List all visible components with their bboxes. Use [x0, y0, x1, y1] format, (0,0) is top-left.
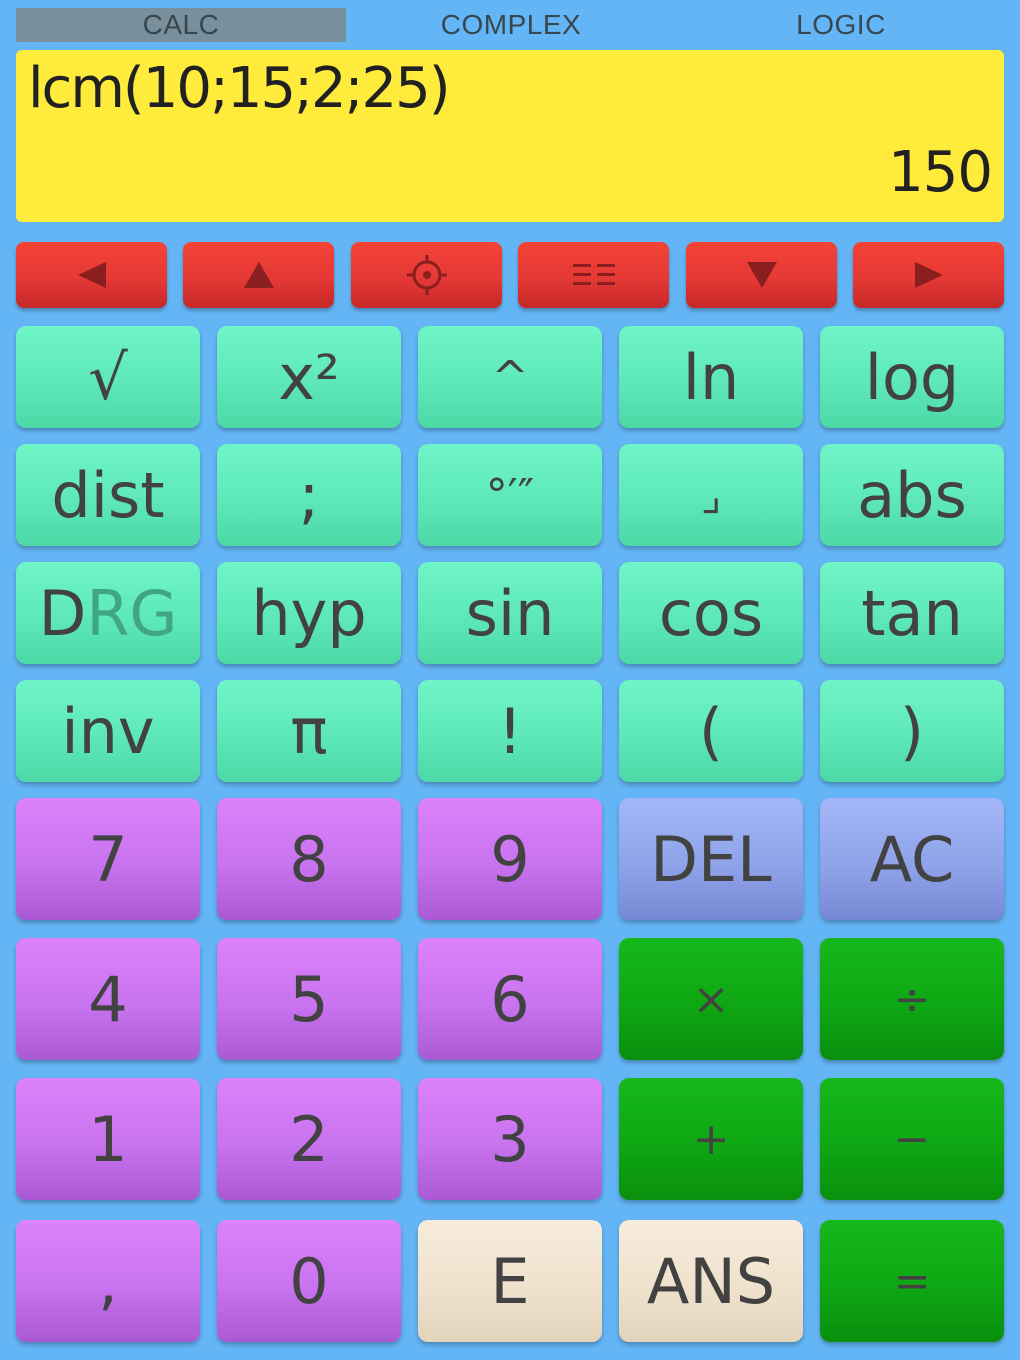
digit-0-key[interactable]: 0	[217, 1220, 401, 1342]
plus-key[interactable]: +	[619, 1078, 803, 1200]
history-down-button[interactable]	[686, 242, 837, 308]
tan-key[interactable]: tan	[820, 562, 1004, 664]
tab-calc[interactable]: CALC	[16, 8, 346, 42]
sin-key[interactable]: sin	[418, 562, 602, 664]
navigation-row	[16, 242, 1004, 308]
result-text: 150	[888, 140, 993, 205]
fraction-key[interactable]: ⌟	[619, 444, 803, 546]
menu-button[interactable]	[518, 242, 669, 308]
digit-5-key[interactable]: 5	[217, 938, 401, 1060]
all-clear-key[interactable]: AC	[820, 798, 1004, 920]
digit-1-key[interactable]: 1	[16, 1078, 200, 1200]
tab-complex[interactable]: COMPLEX	[346, 8, 676, 42]
left-arrow-icon	[77, 262, 106, 288]
cursor-left-button[interactable]	[16, 242, 167, 308]
settings-icon	[406, 255, 447, 295]
digit-4-key[interactable]: 4	[16, 938, 200, 1060]
delete-key[interactable]: DEL	[619, 798, 803, 920]
sqrt-key[interactable]: √	[16, 326, 200, 428]
minus-key[interactable]: −	[820, 1078, 1004, 1200]
abs-key[interactable]: abs	[820, 444, 1004, 546]
digit-7-key[interactable]: 7	[16, 798, 200, 920]
degree-minute-second-key[interactable]: °′″	[418, 444, 602, 546]
log-key[interactable]: log	[820, 326, 1004, 428]
calculator-display[interactable]: lcm(10;15;2;25) 150	[16, 50, 1004, 222]
factorial-key[interactable]: !	[418, 680, 602, 782]
inv-key[interactable]: inv	[16, 680, 200, 782]
multiply-key[interactable]: ×	[619, 938, 803, 1060]
digit-2-key[interactable]: 2	[217, 1078, 401, 1200]
drg-key[interactable]: D RG	[16, 562, 200, 664]
digit-6-key[interactable]: 6	[418, 938, 602, 1060]
close-paren-key[interactable]: )	[820, 680, 1004, 782]
divide-key[interactable]: ÷	[820, 938, 1004, 1060]
up-arrow-icon	[243, 262, 274, 288]
cos-key[interactable]: cos	[619, 562, 803, 664]
digit-3-key[interactable]: 3	[418, 1078, 602, 1200]
digit-9-key[interactable]: 9	[418, 798, 602, 920]
cursor-right-button[interactable]	[853, 242, 1004, 308]
power-key[interactable]: ^	[418, 326, 602, 428]
answer-key[interactable]: ANS	[619, 1220, 803, 1342]
exponent-key[interactable]: E	[418, 1220, 602, 1342]
tab-logic[interactable]: LOGIC	[676, 8, 1006, 42]
pi-key[interactable]: π	[217, 680, 401, 782]
settings-button[interactable]	[351, 242, 502, 308]
expression-text: lcm(10;15;2;25)	[28, 56, 451, 121]
hyp-key[interactable]: hyp	[217, 562, 401, 664]
semicolon-key[interactable]: ;	[217, 444, 401, 546]
menu-icon	[572, 264, 615, 285]
equals-key[interactable]: =	[820, 1220, 1004, 1342]
dist-key[interactable]: dist	[16, 444, 200, 546]
decimal-comma-key[interactable]: ,	[16, 1220, 200, 1342]
ln-key[interactable]: ln	[619, 326, 803, 428]
down-arrow-icon	[746, 262, 777, 288]
history-up-button[interactable]	[183, 242, 334, 308]
right-arrow-icon	[914, 262, 943, 288]
open-paren-key[interactable]: (	[619, 680, 803, 782]
digit-8-key[interactable]: 8	[217, 798, 401, 920]
square-key[interactable]: x²	[217, 326, 401, 428]
mode-tabs: CALC COMPLEX LOGIC	[0, 0, 1020, 44]
